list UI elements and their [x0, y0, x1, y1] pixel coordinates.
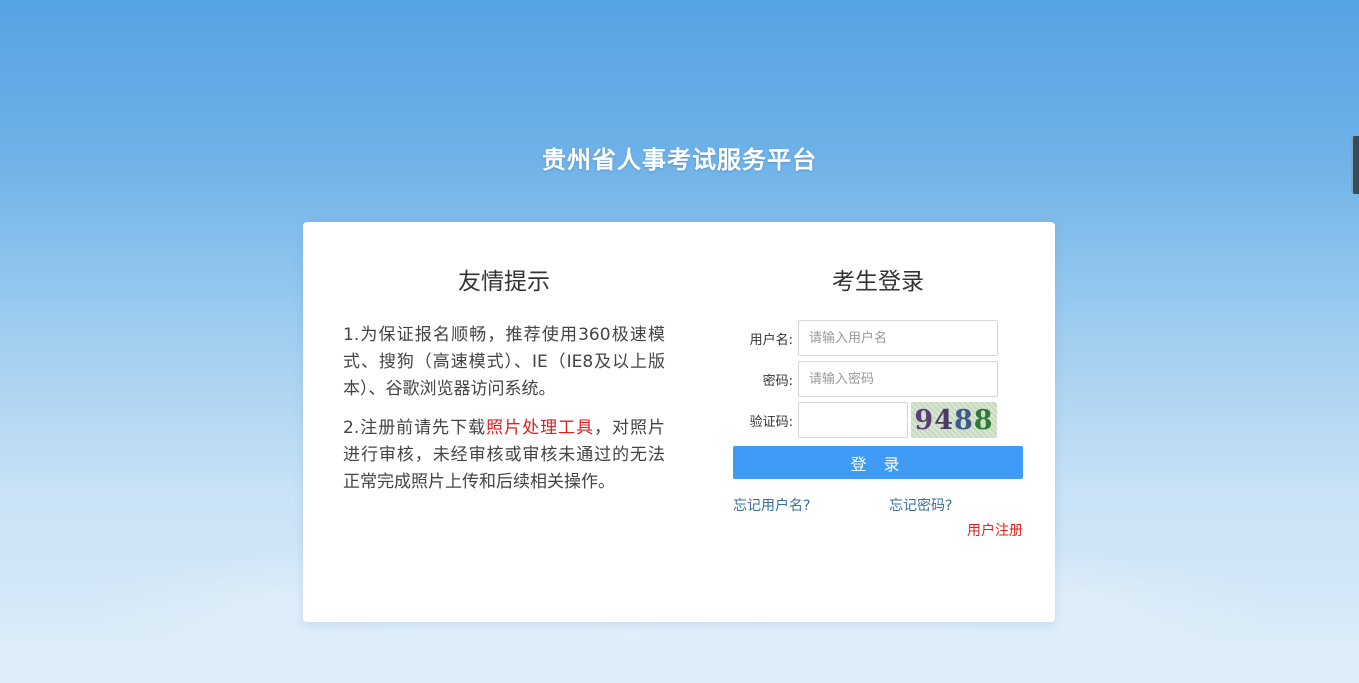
notice-item-1: 1.为保证报名顺畅，推荐使用360极速模式、搜狗（高速模式）、IE（IE8及以上…: [343, 325, 665, 399]
username-row: 用户名:: [733, 320, 1023, 356]
forgot-username-link[interactable]: 忘记用户名?: [733, 495, 810, 515]
notice-panel: 友情提示 1.为保证报名顺畅，推荐使用360极速模式、搜狗（高速模式）、IE（I…: [343, 262, 665, 508]
captcha-char: 4: [934, 404, 954, 436]
site-title: 贵州省人事考试服务平台: [542, 146, 817, 174]
captcha-char: 8: [954, 404, 974, 436]
forgot-password-link[interactable]: 忘记密码?: [889, 495, 952, 515]
captcha-char: 9: [914, 404, 935, 436]
photo-tool-download-link[interactable]: 照片处理工具: [486, 418, 594, 438]
notice-title: 友情提示: [458, 269, 550, 295]
notice-item-2-before: 2.注册前请先下载: [343, 418, 487, 438]
captcha-image[interactable]: 9488: [911, 402, 997, 438]
password-label: 密码:: [762, 373, 793, 389]
login-title: 考生登录: [832, 269, 924, 295]
username-label: 用户名:: [749, 332, 793, 348]
login-button[interactable]: 登 录: [733, 446, 1023, 479]
captcha-label: 验证码:: [749, 414, 793, 430]
captcha-row: 验证码: 9488: [733, 402, 1023, 438]
captcha-input[interactable]: [798, 402, 908, 438]
username-input[interactable]: [798, 320, 998, 356]
captcha-char: 8: [973, 404, 994, 436]
login-links: 忘记用户名? 忘记密码? 用户注册: [733, 495, 1023, 545]
notice-item-2: 2.注册前请先下载照片处理工具，对照片进行审核，未经审核或审核未通过的无法正常完…: [343, 415, 665, 496]
register-link[interactable]: 用户注册: [967, 520, 1023, 540]
login-card: 友情提示 1.为保证报名顺畅，推荐使用360极速模式、搜狗（高速模式）、IE（I…: [303, 222, 1055, 622]
password-row: 密码:: [733, 361, 1023, 397]
login-panel: 考生登录 用户名: 密码: 验证码: 9488 登 录 忘记用户名? 忘记密码?…: [733, 262, 1023, 545]
password-input[interactable]: [798, 361, 998, 397]
